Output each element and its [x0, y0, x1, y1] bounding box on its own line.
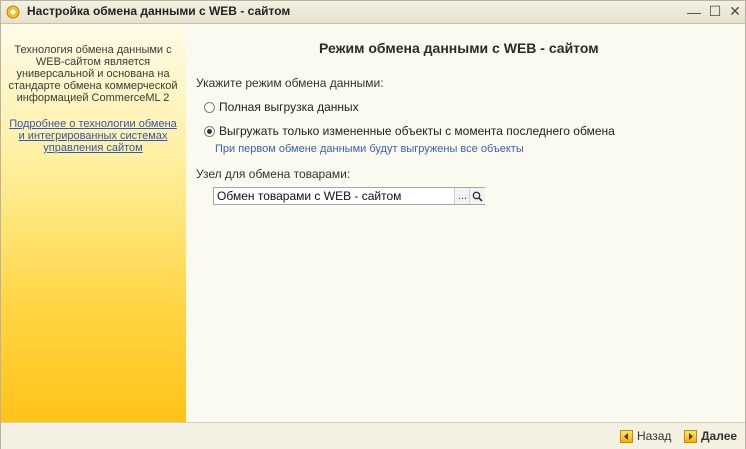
close-icon: ✕	[729, 3, 741, 19]
minimize-button[interactable]: —	[685, 3, 703, 20]
radio-full-export-circle[interactable]	[204, 101, 215, 113]
next-label: Далее	[701, 429, 738, 443]
title-bar: Настройка обмена данными с WEB - сайтом …	[1, 1, 745, 24]
dialog-window: Настройка обмена данными с WEB - сайтом …	[0, 0, 746, 449]
radio-changed-only-label: Выгружать только измененные объекты с мо…	[219, 124, 615, 138]
radio-changed-only-circle[interactable]	[204, 125, 215, 137]
mode-label: Укажите режим обмена данными:	[196, 76, 384, 90]
close-button[interactable]: ✕	[726, 3, 744, 20]
app-icon	[6, 5, 20, 19]
back-button[interactable]: Назад	[620, 427, 671, 445]
maximize-icon: ☐	[708, 3, 722, 19]
exchange-node-field: ...	[213, 187, 485, 205]
back-label: Назад	[637, 429, 672, 443]
window-title: Настройка обмена данными с WEB - сайтом	[27, 4, 291, 18]
ellipsis-icon: ...	[457, 190, 468, 202]
info-sidebar: Технология обмена данными с WEB-сайтом я…	[1, 24, 186, 422]
radio-full-export-label: Полная выгрузка данных	[219, 100, 359, 114]
node-label: Узел для обмена товарами:	[196, 167, 351, 181]
search-node-button[interactable]	[469, 188, 485, 204]
arrow-right-icon	[684, 429, 697, 443]
exchange-node-input[interactable]	[214, 188, 454, 204]
technology-info-link[interactable]: Подробнее о технологии обмена и интегрир…	[5, 118, 181, 154]
arrow-left-icon	[620, 429, 633, 443]
sidebar-description: Технология обмена данными с WEB-сайтом я…	[8, 44, 178, 104]
radio-full-export[interactable]: Полная выгрузка данных	[204, 100, 359, 114]
page-title: Режим обмена данными с WEB - сайтом	[319, 40, 599, 56]
select-node-button[interactable]: ...	[454, 188, 470, 204]
minimize-icon: —	[687, 3, 701, 20]
wizard-footer: Назад Далее	[1, 422, 745, 449]
radio-changed-only[interactable]: Выгружать только измененные объекты с мо…	[204, 124, 615, 138]
magnifier-icon	[472, 191, 483, 202]
first-exchange-hint: При первом обмене данными будут выгружен…	[215, 143, 524, 155]
next-button[interactable]: Далее	[684, 427, 737, 445]
maximize-button[interactable]: ☐	[706, 3, 724, 20]
